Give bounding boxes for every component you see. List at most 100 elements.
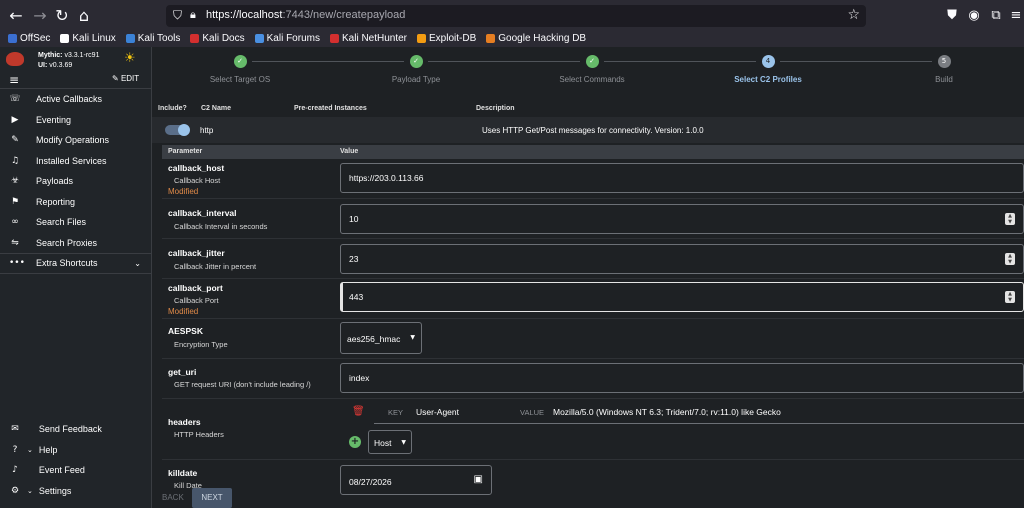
step-label: Select Target OS — [209, 75, 271, 84]
edit-button[interactable]: ✎ EDIT — [112, 74, 139, 83]
input-value: index — [349, 373, 370, 383]
sidebar-item-extra-shortcuts[interactable]: ••• Extra Shortcuts ⌄ — [0, 253, 151, 274]
ui-version: UI: v0.3.69 — [38, 62, 73, 69]
chevron-down-icon: ⌄ — [134, 258, 141, 268]
param-name: AESPSK — [168, 326, 203, 336]
bookmark-star-icon[interactable]: ☆ — [847, 7, 860, 23]
sidebar-item-label: Modify Operations — [36, 135, 110, 146]
header-value-input[interactable]: Mozilla/5.0 (Windows NT 6.3; Trident/7.0… — [553, 407, 781, 417]
address-bar[interactable]: ⛉ 🔒︎ https://localhost:7443/new/createpa… — [166, 5, 866, 27]
bookmark-favicon-icon — [417, 34, 427, 43]
callback-host-input[interactable]: https://203.0.113.66 — [340, 163, 1024, 193]
next-button[interactable]: NEXT — [192, 488, 232, 508]
input-value: 443 — [349, 292, 364, 302]
bookmark-favicon-icon — [329, 34, 339, 43]
sidebar-item-help[interactable]: ? ⌄ Help — [0, 440, 152, 461]
bookmark-item[interactable]: Kali Docs — [190, 33, 245, 44]
sidebar-item-active-callbacks[interactable]: ☏ Active Callbacks — [0, 89, 151, 110]
param-name: callback_port — [168, 283, 223, 293]
input-value: 08/27/2026 — [349, 477, 392, 487]
forward-arrow-icon[interactable]: → — [30, 6, 50, 26]
sidebar-item-search-proxies[interactable]: ⇋ Search Proxies — [0, 233, 151, 254]
add-header-icon[interactable]: + — [349, 436, 361, 448]
url-text[interactable]: https://localhost:7443/new/createpayload — [206, 9, 405, 21]
attachment-icon: ∞ — [11, 217, 19, 228]
sidebar-item-label: Search Proxies — [36, 237, 98, 248]
home-icon[interactable]: ⌂ — [74, 6, 94, 26]
play-circle-icon: ▶ — [11, 114, 19, 125]
get-uri-input[interactable]: index — [340, 363, 1024, 393]
sidebar-item-installed-services[interactable]: ♫ Installed Services — [0, 151, 151, 172]
tracking-shield-icon[interactable]: ⛉ — [173, 8, 182, 23]
step-select-target-os[interactable]: ✓ Select Target OS — [180, 55, 300, 84]
app-menu-icon[interactable]: ≡ — [1006, 6, 1024, 26]
calendar-icon[interactable]: ▣ — [474, 474, 483, 485]
input-value: 10 — [349, 214, 359, 224]
bookmark-label: Google Hacking DB — [498, 33, 587, 44]
hamburger-menu-icon[interactable]: ≡ — [9, 73, 19, 87]
bookmark-favicon-icon — [60, 34, 70, 43]
sidebar-item-eventing[interactable]: ▶ Eventing — [0, 110, 151, 131]
bookmark-item[interactable]: OffSec — [8, 33, 50, 44]
pocket-icon[interactable]: ⛊ — [942, 6, 962, 26]
header-key-input[interactable]: User-Agent — [416, 407, 459, 417]
number-spinner-icon[interactable]: ▲ ▼ — [1005, 213, 1015, 225]
reload-icon[interactable]: ↻ — [52, 6, 72, 26]
help-icon: ? — [12, 444, 18, 455]
create-payload-main: ✓ Select Target OS ✓ Payload Type ✓ Select Co… — [152, 47, 1024, 508]
modified-label: Modified — [168, 307, 199, 316]
add-header-select[interactable]: Host ▼ — [368, 430, 412, 454]
trash-icon[interactable]: 🗑︎ — [352, 406, 365, 417]
proxy-icon: ⇋ — [11, 237, 19, 248]
lock-icon[interactable]: 🔒︎ — [190, 8, 196, 22]
step-select-c2-profiles[interactable]: 4 Select C2 Profiles — [708, 55, 828, 84]
back-button[interactable]: BACK — [162, 493, 184, 502]
sidebar-item-payloads[interactable]: ☣ Payloads — [0, 171, 151, 192]
sidebar-item-label: Payloads — [36, 176, 74, 187]
account-icon[interactable]: ◉ — [964, 6, 984, 26]
user-settings-icon: ⚙ — [10, 485, 20, 496]
bookmark-item[interactable]: Google Hacking DB — [486, 33, 586, 44]
bookmark-label: Exploit-DB — [429, 33, 477, 44]
number-spinner-icon[interactable]: ▲ ▼ — [1005, 253, 1015, 265]
bookmark-label: Kali Linux — [72, 33, 116, 44]
bookmark-favicon-icon — [125, 34, 135, 43]
col-c2-name: C2 Name — [201, 105, 231, 112]
bookmark-item[interactable]: Kali NetHunter — [329, 33, 407, 44]
sidebar-item-settings[interactable]: ⚙ ⌄ Settings — [0, 481, 152, 502]
bookmark-item[interactable]: Kali Linux — [60, 33, 116, 44]
sidebar-item-label: Eventing — [36, 114, 72, 125]
sun-icon[interactable]: ☀ — [124, 51, 136, 66]
step-select-commands[interactable]: ✓ Select Commands — [532, 55, 652, 84]
bookmark-item[interactable]: Exploit-DB — [417, 33, 476, 44]
sidebar-item-modify-operations[interactable]: ✎ Modify Operations — [0, 130, 151, 151]
callback-interval-input[interactable]: 10 ▲ ▼ — [340, 204, 1024, 234]
sidebar-item-send-feedback[interactable]: ✉⌄Send Feedback — [0, 419, 152, 440]
input-value: 23 — [349, 254, 359, 264]
sidebar-item-reporting[interactable]: ⚑ Reporting — [0, 192, 151, 213]
c2-profile-row: http Uses HTTP Get/Post messages for con… — [152, 117, 1024, 143]
param-name: headers — [168, 417, 201, 427]
browser-toolbar: ← → ↻ ⌂ ⛉ 🔒︎ https://localhost:7443/new/… — [0, 0, 1024, 47]
extensions-icon[interactable]: ⧉ — [986, 6, 1006, 26]
sidebar-nav: ☏ Active Callbacks ▶ Eventing ✎ Modify Operat… — [0, 89, 151, 253]
step-payload-type[interactable]: ✓ Payload Type — [356, 55, 476, 84]
encryption-type-select[interactable]: aes256_hmac ▼ — [340, 322, 422, 354]
callback-port-input[interactable]: 443 ▲ ▼ — [340, 282, 1024, 312]
back-arrow-icon[interactable]: ← — [6, 6, 26, 26]
param-desc: HTTP Headers — [174, 430, 224, 439]
chevron-down-icon: ⌄ — [27, 486, 33, 495]
sidebar-item-event-feed[interactable]: ♪⌄Event Feed — [0, 460, 152, 481]
step-build[interactable]: 5 Build — [884, 55, 1004, 84]
param-desc: Callback Interval in seconds — [174, 222, 268, 231]
number-spinner-icon[interactable]: ▲ ▼ — [1005, 291, 1015, 303]
bookmark-item[interactable]: Kali Tools — [125, 33, 180, 44]
bookmark-item[interactable]: Kali Forums — [254, 33, 320, 44]
callback-jitter-input[interactable]: 23 ▲ ▼ — [340, 244, 1024, 274]
sidebar-item-search-files[interactable]: ∞ Search Files — [0, 212, 151, 233]
divider — [374, 423, 1024, 424]
include-toggle[interactable] — [165, 124, 190, 136]
sidebar-item-label: Event Feed — [38, 465, 85, 476]
mythic-logo-icon[interactable] — [6, 52, 24, 66]
input-value: https://203.0.113.66 — [349, 173, 424, 183]
